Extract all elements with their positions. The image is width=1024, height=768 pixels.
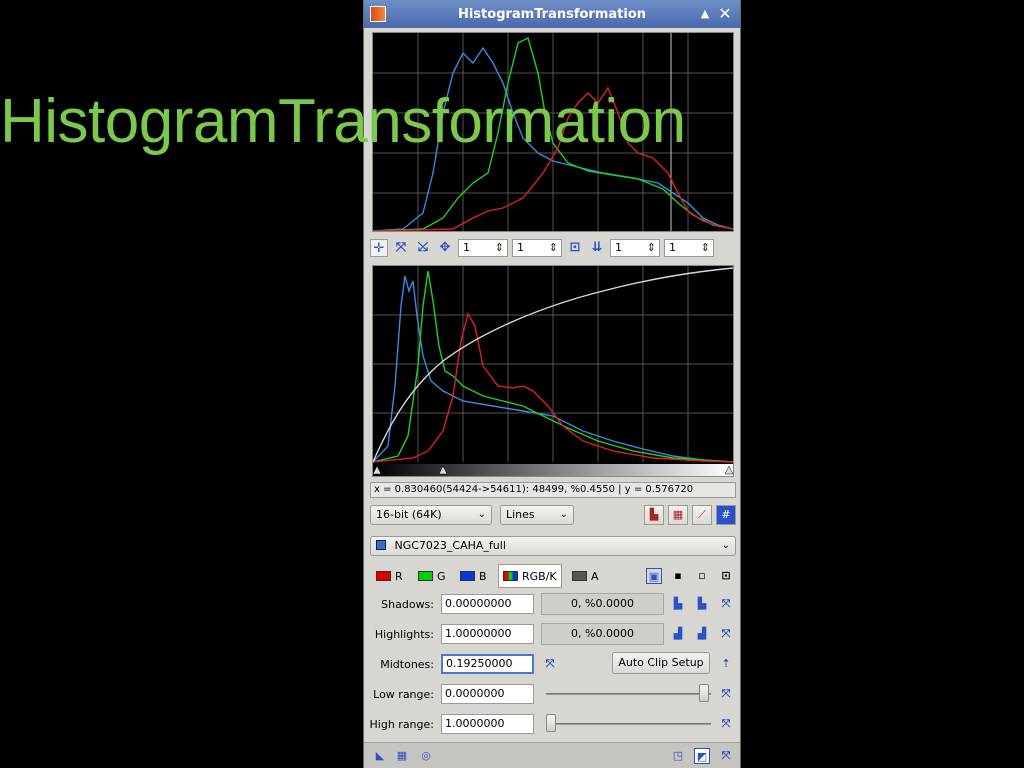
midtones-input[interactable]: 0.19250000: [441, 654, 534, 674]
reset-high-range-icon[interactable]: ⤧: [718, 716, 734, 732]
shadows-auto-icon[interactable]: ▙: [694, 596, 710, 612]
reset-low-range-icon[interactable]: ⤧: [718, 686, 734, 702]
chevron-down-icon: ⌄: [477, 509, 486, 520]
new-instance-icon[interactable]: ◣: [372, 748, 388, 764]
zoom-fit-icon[interactable]: ⤧: [392, 239, 410, 257]
graph-mode-1-icon[interactable]: ▣: [646, 568, 662, 584]
reset-highlights-icon[interactable]: ⤧: [718, 626, 734, 642]
midtones-label: Midtones:: [380, 658, 434, 671]
track-view-icon[interactable]: ◩: [694, 748, 710, 764]
view-selector-combo[interactable]: NGC7023_CAHA_full ⌄: [370, 536, 736, 556]
auto-clip-icon[interactable]: ⇡: [718, 656, 734, 672]
window-title: HistogramTransformation: [457, 6, 647, 22]
channel-rgbk[interactable]: RGB/K: [498, 564, 562, 588]
resolution-combo[interactable]: 16-bit (64K) ⌄: [370, 505, 492, 525]
output-histogram-svg: [373, 33, 733, 231]
window-titlebar[interactable]: HistogramTransformation ▲ ✕: [364, 0, 740, 28]
auto-clip-setup-button[interactable]: Auto Clip Setup: [612, 652, 710, 674]
channel-b[interactable]: B: [460, 564, 487, 588]
histogram-app-icon[interactable]: [370, 6, 386, 22]
show-transfer-curve-icon[interactable]: ⟋: [692, 505, 712, 525]
highlights-clip-icon[interactable]: ▟: [670, 626, 686, 642]
process-bottom-bar: ◣ ▦ ◎ ◳ ◩ ⤧: [364, 742, 740, 768]
channel-selector: R G B RGB/K A ▣ ▪ ▫ ⊡: [372, 564, 738, 588]
real-time-preview-icon[interactable]: ◳: [670, 748, 686, 764]
shadows-label: Shadows:: [381, 598, 434, 611]
reset-icon[interactable]: ⤧: [718, 748, 734, 764]
intensity-gradient-bar: [373, 464, 733, 476]
input-histogram-graph[interactable]: [372, 265, 734, 477]
close-icon[interactable]: ✕: [716, 5, 734, 23]
low-range-slider[interactable]: [546, 693, 711, 695]
high-range-slider-thumb[interactable]: [546, 714, 556, 732]
chevron-down-icon: ⌄: [559, 509, 568, 520]
chevron-down-icon: ⌄: [721, 540, 730, 551]
resolution-value: 16-bit (64K): [376, 508, 442, 521]
high-range-label: High range:: [369, 718, 434, 731]
plot-mode-combo[interactable]: Lines ⌄: [500, 505, 574, 525]
shadows-clip-icon[interactable]: ▙: [670, 596, 686, 612]
blue-swatch: [460, 571, 475, 581]
view-icon: [376, 540, 386, 550]
highlights-auto-icon[interactable]: ▟: [694, 626, 710, 642]
shadows-clip-readout: 0, %0.0000: [541, 593, 664, 615]
zoom-in-icon[interactable]: ⤩: [414, 239, 432, 257]
channel-a-label: A: [591, 569, 599, 583]
show-grid-icon[interactable]: #: [716, 505, 736, 525]
highlights-clip-readout: 0, %0.0000: [541, 623, 664, 645]
plot-mode-value: Lines: [506, 508, 535, 521]
high-range-input[interactable]: 1.0000000: [441, 714, 534, 734]
apply-global-icon[interactable]: ◎: [418, 748, 434, 764]
reset-midtones-icon[interactable]: ⤧: [542, 656, 558, 672]
cursor-readout: x = 0.830460(54424->54611): 48499, %0.45…: [370, 482, 736, 498]
rgb-swatch: [503, 571, 518, 581]
zoom-horizontal-spinbox-1[interactable]: 1: [458, 239, 508, 257]
highlights-label: Highlights:: [374, 628, 434, 641]
high-range-slider[interactable]: [546, 723, 711, 725]
view-selector-value: NGC7023_CAHA_full: [394, 539, 506, 552]
channel-r[interactable]: R: [376, 564, 403, 588]
store-down-icon[interactable]: ⇊: [588, 239, 606, 257]
input-histogram-svg: [373, 266, 733, 476]
zoom-vertical-spinbox-1[interactable]: 1: [512, 239, 562, 257]
shade-icon[interactable]: ▲: [696, 5, 714, 23]
pan-cursor-icon[interactable]: ✛: [370, 239, 388, 257]
low-range-input[interactable]: 0.0000000: [441, 684, 534, 704]
zoom-horizontal-spinbox-2[interactable]: 1: [610, 239, 660, 257]
input-grid: [373, 266, 733, 462]
output-histogram-graph[interactable]: [372, 32, 734, 232]
graph-mode-2-icon[interactable]: ▪: [670, 568, 686, 584]
graph-mode-3-icon[interactable]: ▫: [694, 568, 710, 584]
channel-a[interactable]: A: [572, 564, 599, 588]
channel-g-label: G: [437, 569, 446, 583]
one-to-one-icon[interactable]: ⊡: [566, 239, 584, 257]
shadows-input[interactable]: 0.00000000: [441, 594, 534, 614]
channel-r-label: R: [395, 569, 403, 583]
alpha-swatch: [572, 571, 587, 581]
low-range-label: Low range:: [373, 688, 434, 701]
channel-rgbk-label: RGB/K: [522, 569, 557, 583]
output-grid: [373, 33, 733, 231]
zoom-vertical-spinbox-2[interactable]: 1: [664, 239, 714, 257]
red-swatch: [376, 571, 391, 581]
move-icon[interactable]: ✥: [436, 239, 454, 257]
graph-toolbar: ✛ ⤧ ⤩ ✥ 1 1 ⊡ ⇊ 1 1: [370, 238, 736, 258]
low-range-slider-thumb[interactable]: [699, 684, 710, 702]
reset-shadows-icon[interactable]: ⤧: [718, 596, 734, 612]
channel-b-label: B: [479, 569, 487, 583]
apply-icon[interactable]: ▦: [394, 748, 410, 764]
green-swatch: [418, 571, 433, 581]
reject-saturated-icon[interactable]: ▙: [644, 505, 664, 525]
highlights-input[interactable]: 1.00000000: [441, 624, 534, 644]
graph-mode-4-icon[interactable]: ⊡: [718, 568, 734, 584]
channel-g[interactable]: G: [418, 564, 446, 588]
histogram-transformation-window: HistogramTransformation ▲ ✕ ✛ ⤧ ⤩ ✥ 1 1: [363, 0, 741, 768]
show-rgb-curves-icon[interactable]: ▦: [668, 505, 688, 525]
